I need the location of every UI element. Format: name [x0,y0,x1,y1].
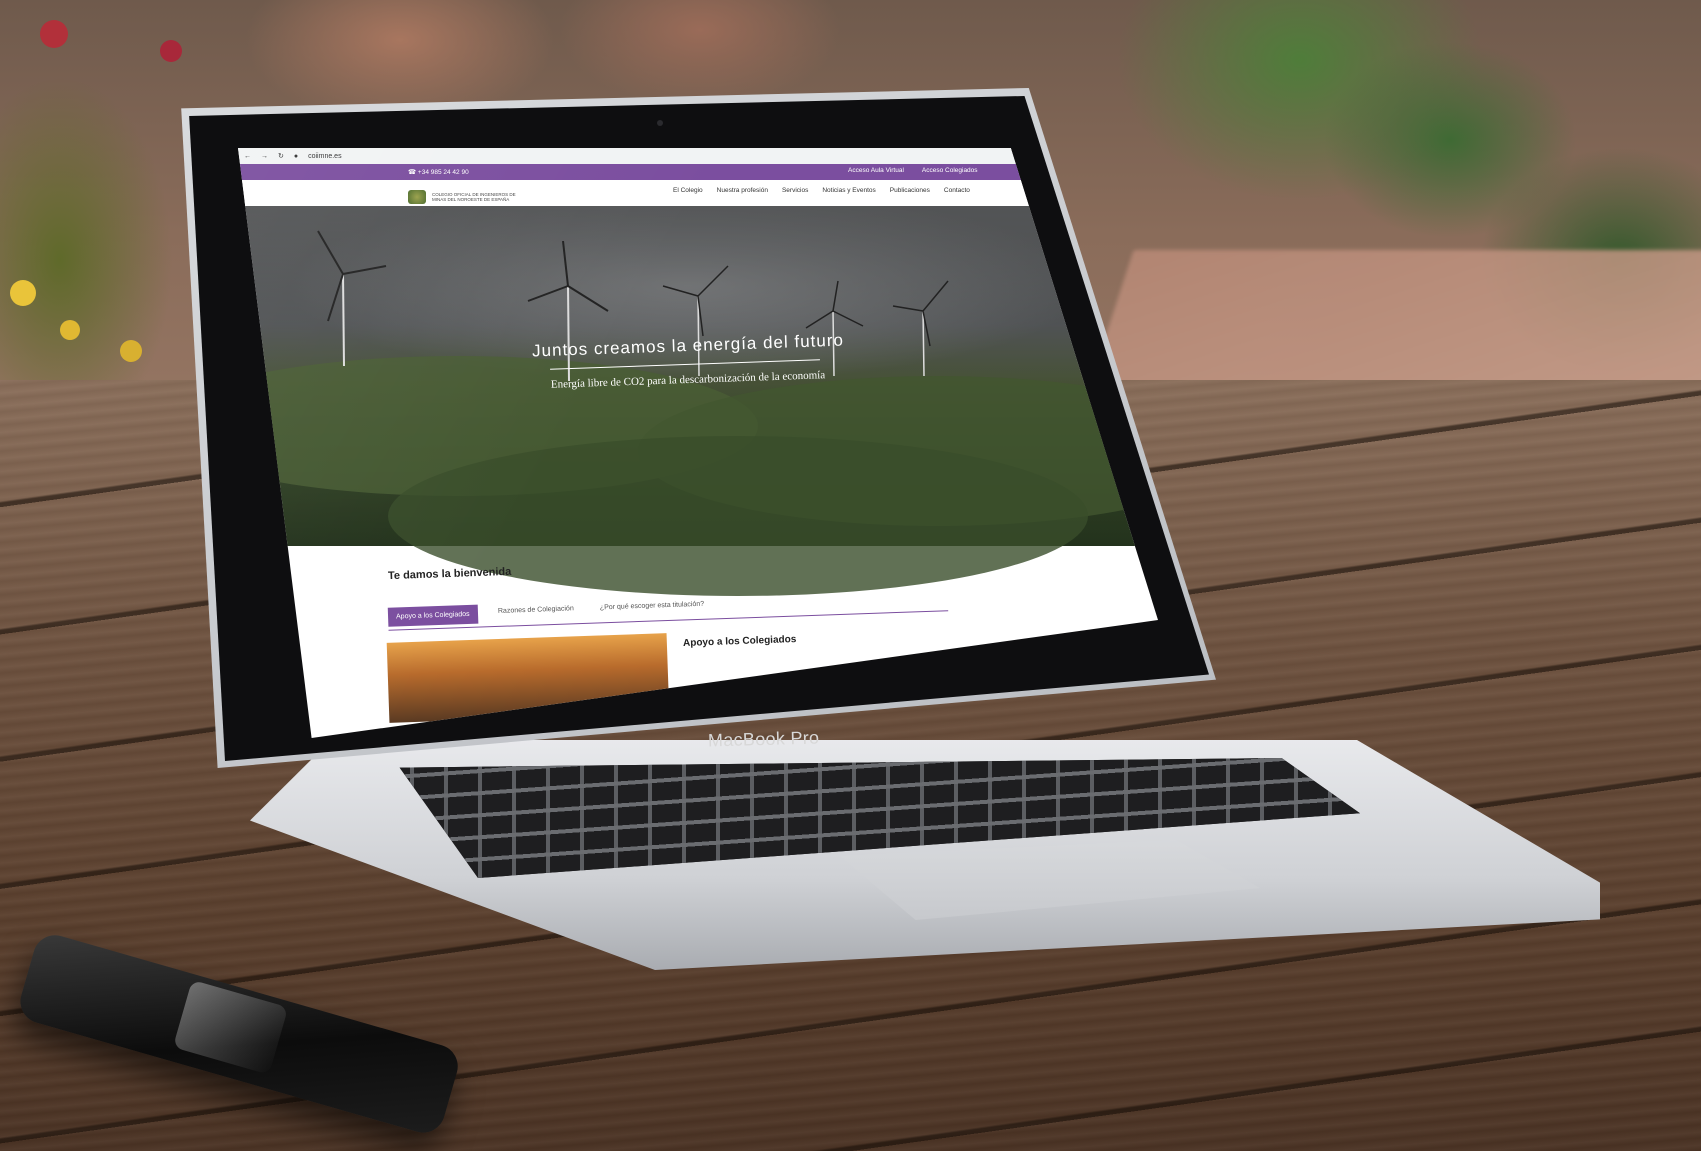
top-links: Acceso Aula Virtual Acceso Colegiados [848,167,978,174]
site-logo[interactable]: COLEGIO OFICIAL DE INGENIEROS DE MINAS D… [408,190,517,204]
tab-apoyo-colegiados[interactable]: Apoyo a los Colegiados [387,604,478,627]
yellow-flower [60,320,80,340]
nav-item-noticias[interactable]: Noticias y Eventos [822,187,875,194]
nav-item-servicios[interactable]: Servicios [782,187,808,194]
wind-turbine-icon [662,265,729,376]
wind-turbine-icon [892,280,949,376]
back-icon[interactable]: ← [244,153,251,160]
yellow-flower [10,280,36,306]
main-header: COLEGIO OFICIAL DE INGENIEROS DE MINAS D… [238,180,1158,206]
nav-item-el-colegio[interactable]: El Colegio [673,187,703,194]
aula-virtual-link[interactable]: Acceso Aula Virtual [848,167,904,174]
red-flower [160,40,182,62]
url-text[interactable]: coiimne.es [308,153,341,160]
hero-banner: Juntos creamos la energía del futuro Ene… [238,206,1158,596]
lock-icon: ● [293,152,299,160]
webcam-icon [657,120,663,126]
device-label: MacBook Pro [707,727,820,751]
main-nav: El Colegio Nuestra profesión Servicios N… [673,187,970,194]
phone-number: ☎ +34 985 24 42 90 [408,169,469,176]
coat-of-arms-icon [408,190,426,204]
logo-text: COLEGIO OFICIAL DE INGENIEROS DE MINAS D… [432,192,516,202]
content-title: Apoyo a los Colegiados [682,634,797,649]
forward-icon[interactable]: → [261,153,268,160]
nav-item-nuestra-profesion[interactable]: Nuestra profesión [717,187,768,194]
colegiados-link[interactable]: Acceso Colegiados [922,167,978,174]
tab-razones-colegiacion[interactable]: Razones de Colegiación [498,605,574,615]
nav-item-contacto[interactable]: Contacto [944,187,970,194]
photo-scene: MacBook Pro ← → ↻ ● coiimne.es ☎ +34 985… [0,0,1701,1151]
yellow-flower [120,340,142,362]
nav-item-publicaciones[interactable]: Publicaciones [890,187,930,194]
red-flower [40,20,68,48]
tab-por-que-titulacion[interactable]: ¿Por qué escoger esta titulación? [600,601,704,612]
wind-turbine-icon [317,230,387,366]
welcome-heading: Te damos la bienvenida [387,565,512,583]
info-tabs: Apoyo a los Colegiados Razones de Colegi… [387,588,949,632]
wind-turbine-icon [805,280,864,376]
reload-icon[interactable]: ↻ [278,152,284,160]
